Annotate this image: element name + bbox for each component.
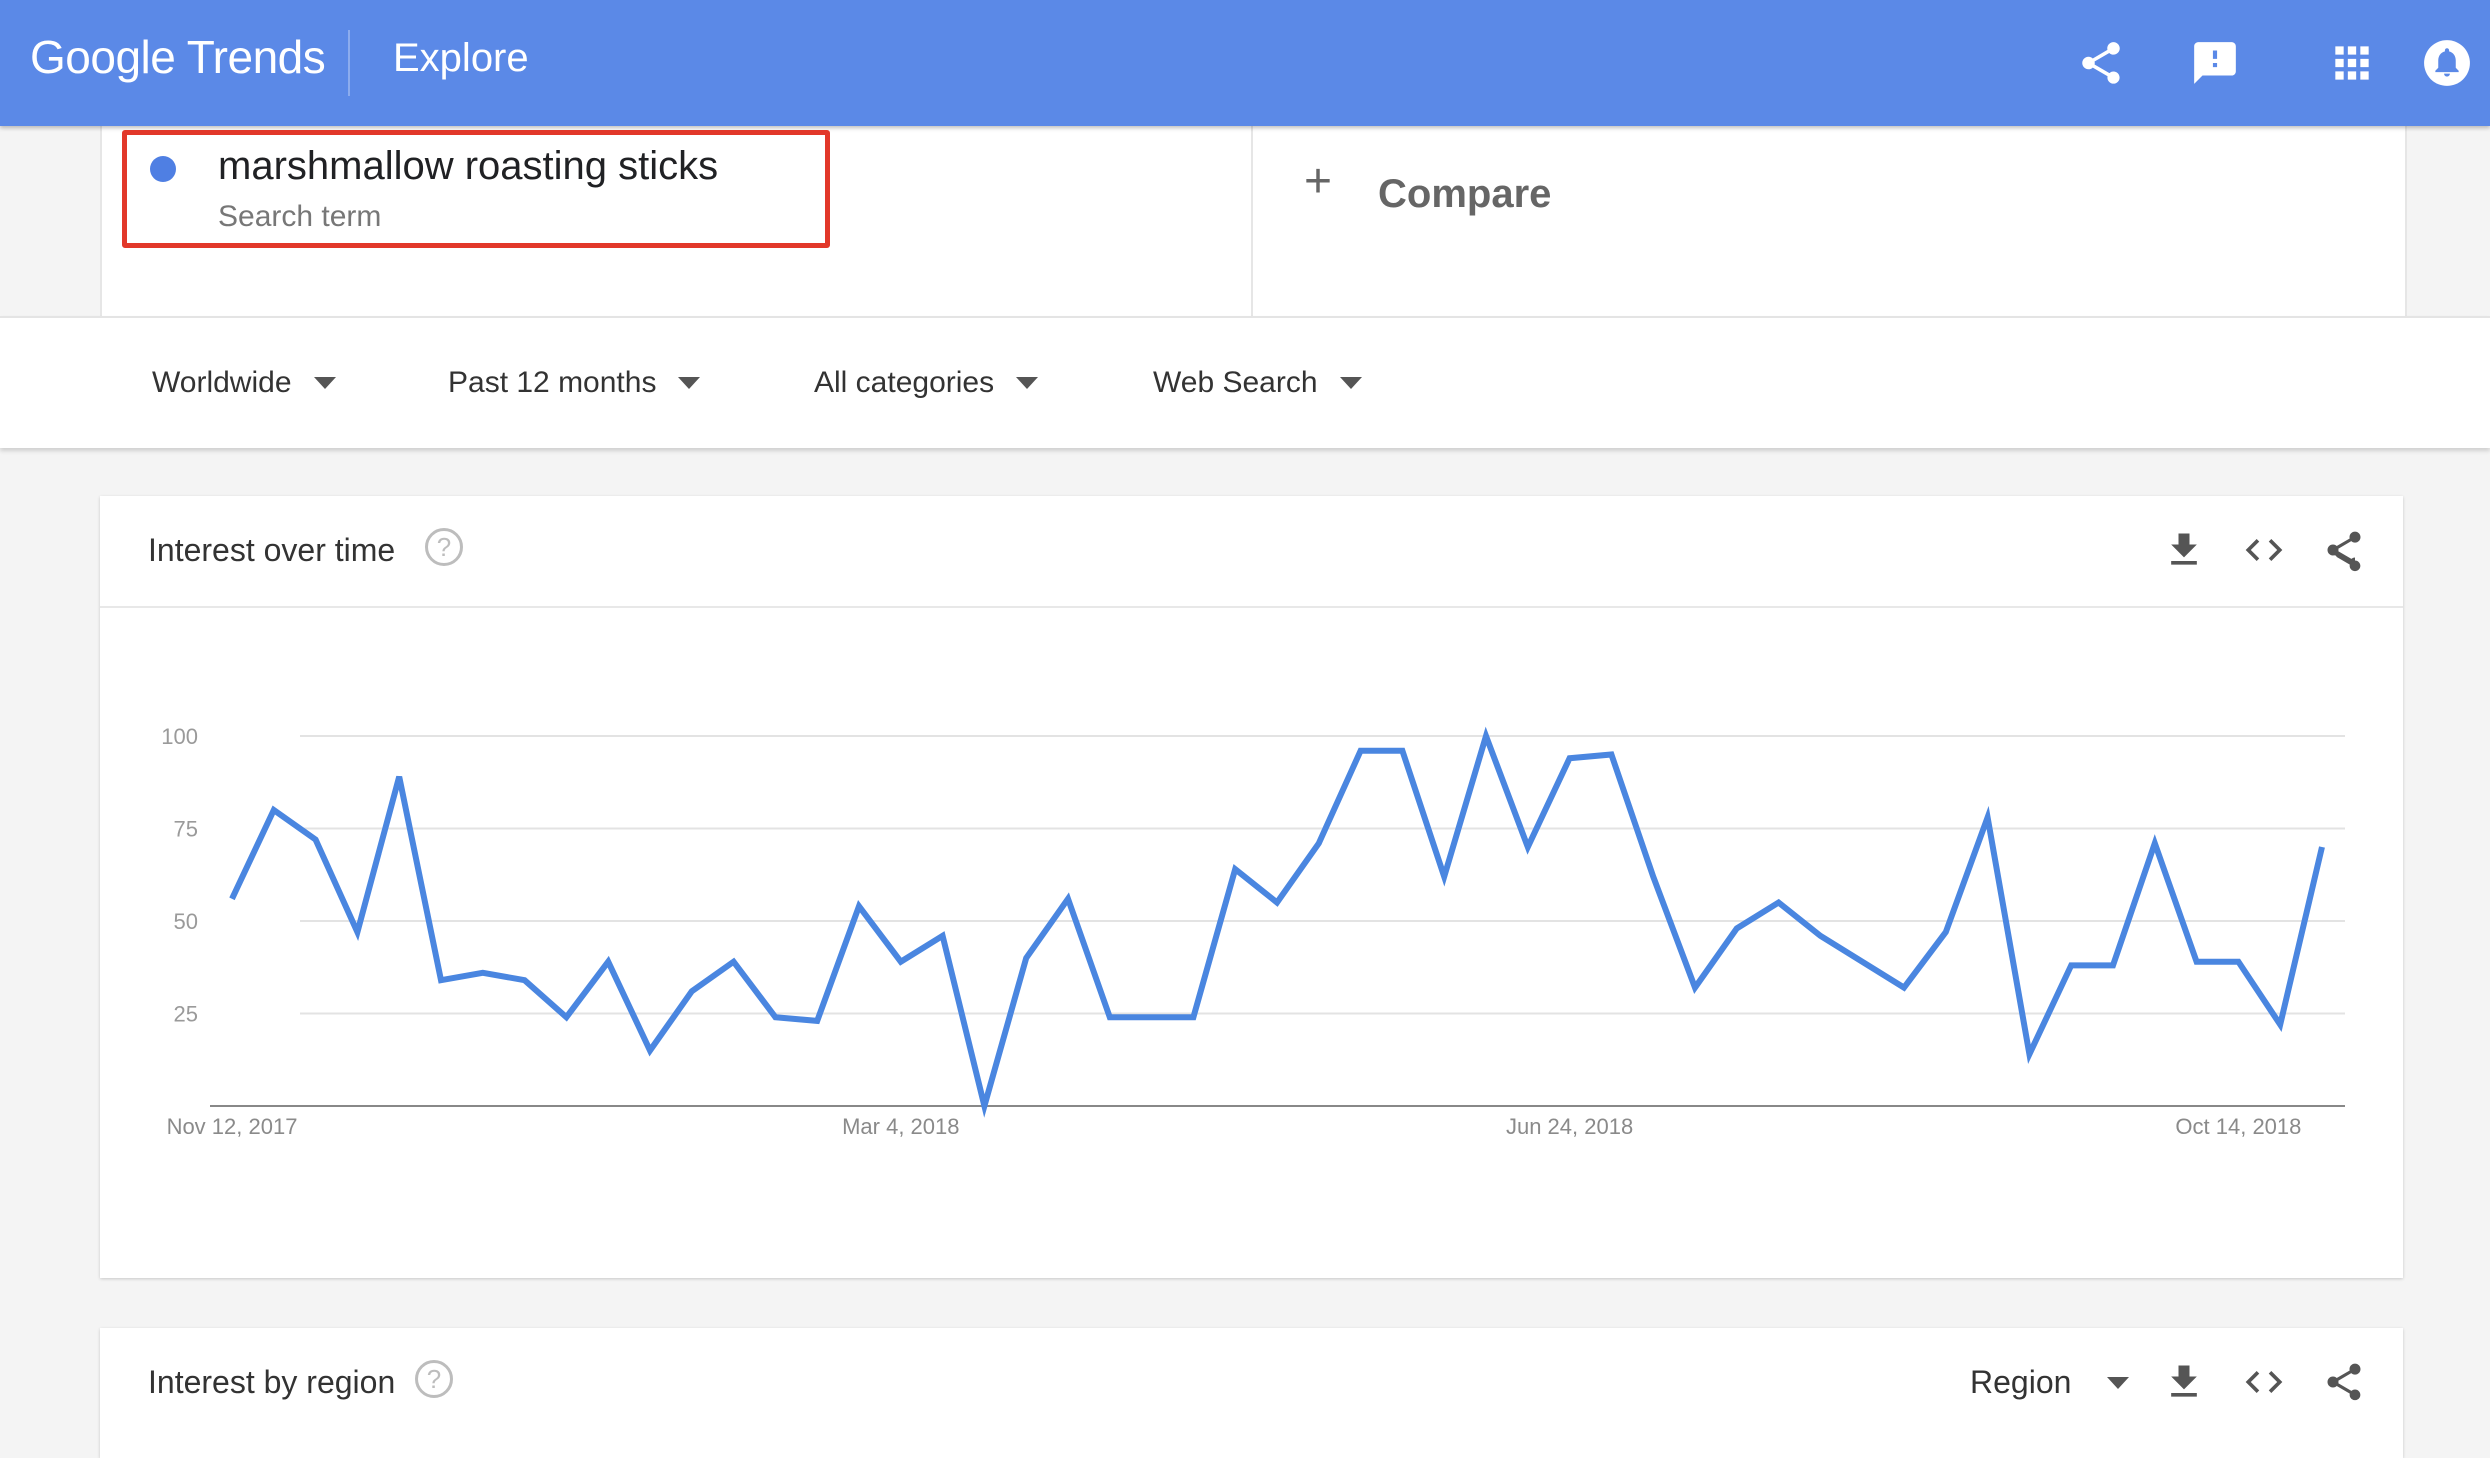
x-tick-label: Mar 4, 2018 xyxy=(842,1114,959,1139)
filter-location-label: Worldwide xyxy=(152,366,292,399)
data-point[interactable] xyxy=(312,836,320,844)
top-app-bar: Google Trends Explore xyxy=(0,0,2490,126)
interest-line-chart[interactable]: 100 75 50 25 Nov 12, 2017 Mar 4, 2018 Jun 24, … xyxy=(100,496,2403,1278)
google-trends-logo[interactable]: Google Trends xyxy=(30,30,326,84)
data-point[interactable] xyxy=(1900,984,1908,992)
chevron-down-icon xyxy=(2107,1376,2130,1389)
data-point[interactable] xyxy=(437,976,445,984)
data-point[interactable] xyxy=(562,1013,570,1021)
filter-search-type-label: Web Search xyxy=(1153,366,1318,399)
data-point[interactable] xyxy=(2067,961,2075,969)
data-point[interactable] xyxy=(228,895,236,903)
data-point[interactable] xyxy=(1733,924,1741,932)
compare-card[interactable] xyxy=(1251,126,2407,316)
interest-over-time-card: Interest over time ? 100 75 50 25 Nov 12, 20… xyxy=(100,496,2403,1278)
data-point[interactable] xyxy=(1607,751,1615,759)
compare-button[interactable]: Compare xyxy=(1378,172,1551,217)
interest-by-region-card: Interest by region ? Region xyxy=(100,1328,2403,1458)
plus-icon[interactable]: + xyxy=(1304,158,1332,206)
filter-category-label: All categories xyxy=(814,366,995,399)
data-point[interactable] xyxy=(270,806,278,814)
data-point[interactable] xyxy=(1315,839,1323,847)
filter-time-range[interactable]: Past 12 months xyxy=(448,366,701,400)
data-point[interactable] xyxy=(2109,961,2117,969)
data-point[interactable] xyxy=(1273,899,1281,907)
filter-time-label: Past 12 months xyxy=(448,366,657,399)
data-point[interactable] xyxy=(2276,1021,2284,1029)
data-point[interactable] xyxy=(1482,732,1490,740)
data-point[interactable] xyxy=(1064,895,1072,903)
data-point[interactable] xyxy=(730,958,738,966)
data-point[interactable] xyxy=(1566,754,1574,762)
data-point[interactable] xyxy=(1816,932,1824,940)
data-point[interactable] xyxy=(1189,1013,1197,1021)
card-title: Interest by region xyxy=(148,1364,396,1400)
data-point[interactable] xyxy=(1775,899,1783,907)
data-point[interactable] xyxy=(1691,984,1699,992)
data-point[interactable] xyxy=(813,1017,821,1025)
header-divider xyxy=(348,30,350,96)
share-icon[interactable] xyxy=(2076,38,2126,88)
data-point[interactable] xyxy=(897,958,905,966)
y-tick-label: 25 xyxy=(174,1002,198,1027)
filter-bar: Worldwide Past 12 months All categories … xyxy=(0,316,2490,448)
share-icon[interactable] xyxy=(2322,1360,2366,1404)
filter-category[interactable]: All categories xyxy=(814,366,1039,400)
data-point[interactable] xyxy=(395,773,403,781)
download-icon[interactable] xyxy=(2162,1360,2206,1404)
chevron-down-icon xyxy=(678,377,701,389)
data-point[interactable] xyxy=(2151,839,2159,847)
page-title: Explore xyxy=(393,36,529,80)
data-point[interactable] xyxy=(1022,954,1030,962)
chevron-down-icon xyxy=(1016,377,1039,389)
notifications-icon[interactable] xyxy=(2422,38,2472,88)
data-point[interactable] xyxy=(1398,747,1406,755)
data-point[interactable] xyxy=(1106,1013,1114,1021)
embed-code-icon[interactable] xyxy=(2242,1360,2286,1404)
y-tick-label: 50 xyxy=(174,909,198,934)
data-point[interactable] xyxy=(1440,873,1448,881)
data-point[interactable] xyxy=(980,1102,988,1110)
filter-location[interactable]: Worldwide xyxy=(152,366,336,400)
data-point[interactable] xyxy=(1357,747,1365,755)
x-tick-label: Oct 14, 2018 xyxy=(2175,1114,2301,1139)
data-point[interactable] xyxy=(855,902,863,910)
data-point[interactable] xyxy=(771,1013,779,1021)
x-tick-label: Jun 24, 2018 xyxy=(1506,1114,1633,1139)
filter-search-type[interactable]: Web Search xyxy=(1153,366,1362,400)
chevron-down-icon xyxy=(1339,377,1362,389)
apps-icon[interactable] xyxy=(2327,38,2377,88)
data-point[interactable] xyxy=(688,987,696,995)
data-point[interactable] xyxy=(939,932,947,940)
data-point[interactable] xyxy=(2234,958,2242,966)
x-tick-label: Nov 12, 2017 xyxy=(167,1114,298,1139)
data-point[interactable] xyxy=(604,958,612,966)
data-point[interactable] xyxy=(521,976,529,984)
data-point[interactable] xyxy=(2193,958,2201,966)
data-point[interactable] xyxy=(1148,1013,1156,1021)
data-point[interactable] xyxy=(1984,813,1992,821)
data-point[interactable] xyxy=(479,969,487,977)
region-select-label: Region xyxy=(1970,1364,2072,1400)
feedback-icon[interactable] xyxy=(2190,38,2240,88)
region-select[interactable]: Region xyxy=(1970,1364,2130,1401)
data-point[interactable] xyxy=(1858,958,1866,966)
help-icon[interactable]: ? xyxy=(415,1360,453,1398)
chevron-down-icon xyxy=(313,377,336,389)
data-point[interactable] xyxy=(1231,865,1239,873)
highlight-annotation xyxy=(122,130,830,248)
data-point[interactable] xyxy=(646,1047,654,1055)
data-point[interactable] xyxy=(1524,843,1532,851)
data-point[interactable] xyxy=(2025,1050,2033,1058)
y-tick-label: 100 xyxy=(161,724,198,749)
data-point[interactable] xyxy=(1649,873,1657,881)
data-point[interactable] xyxy=(1942,928,1950,936)
data-point[interactable] xyxy=(2318,843,2326,851)
data-point[interactable] xyxy=(353,928,361,936)
y-tick-label: 75 xyxy=(174,817,198,842)
